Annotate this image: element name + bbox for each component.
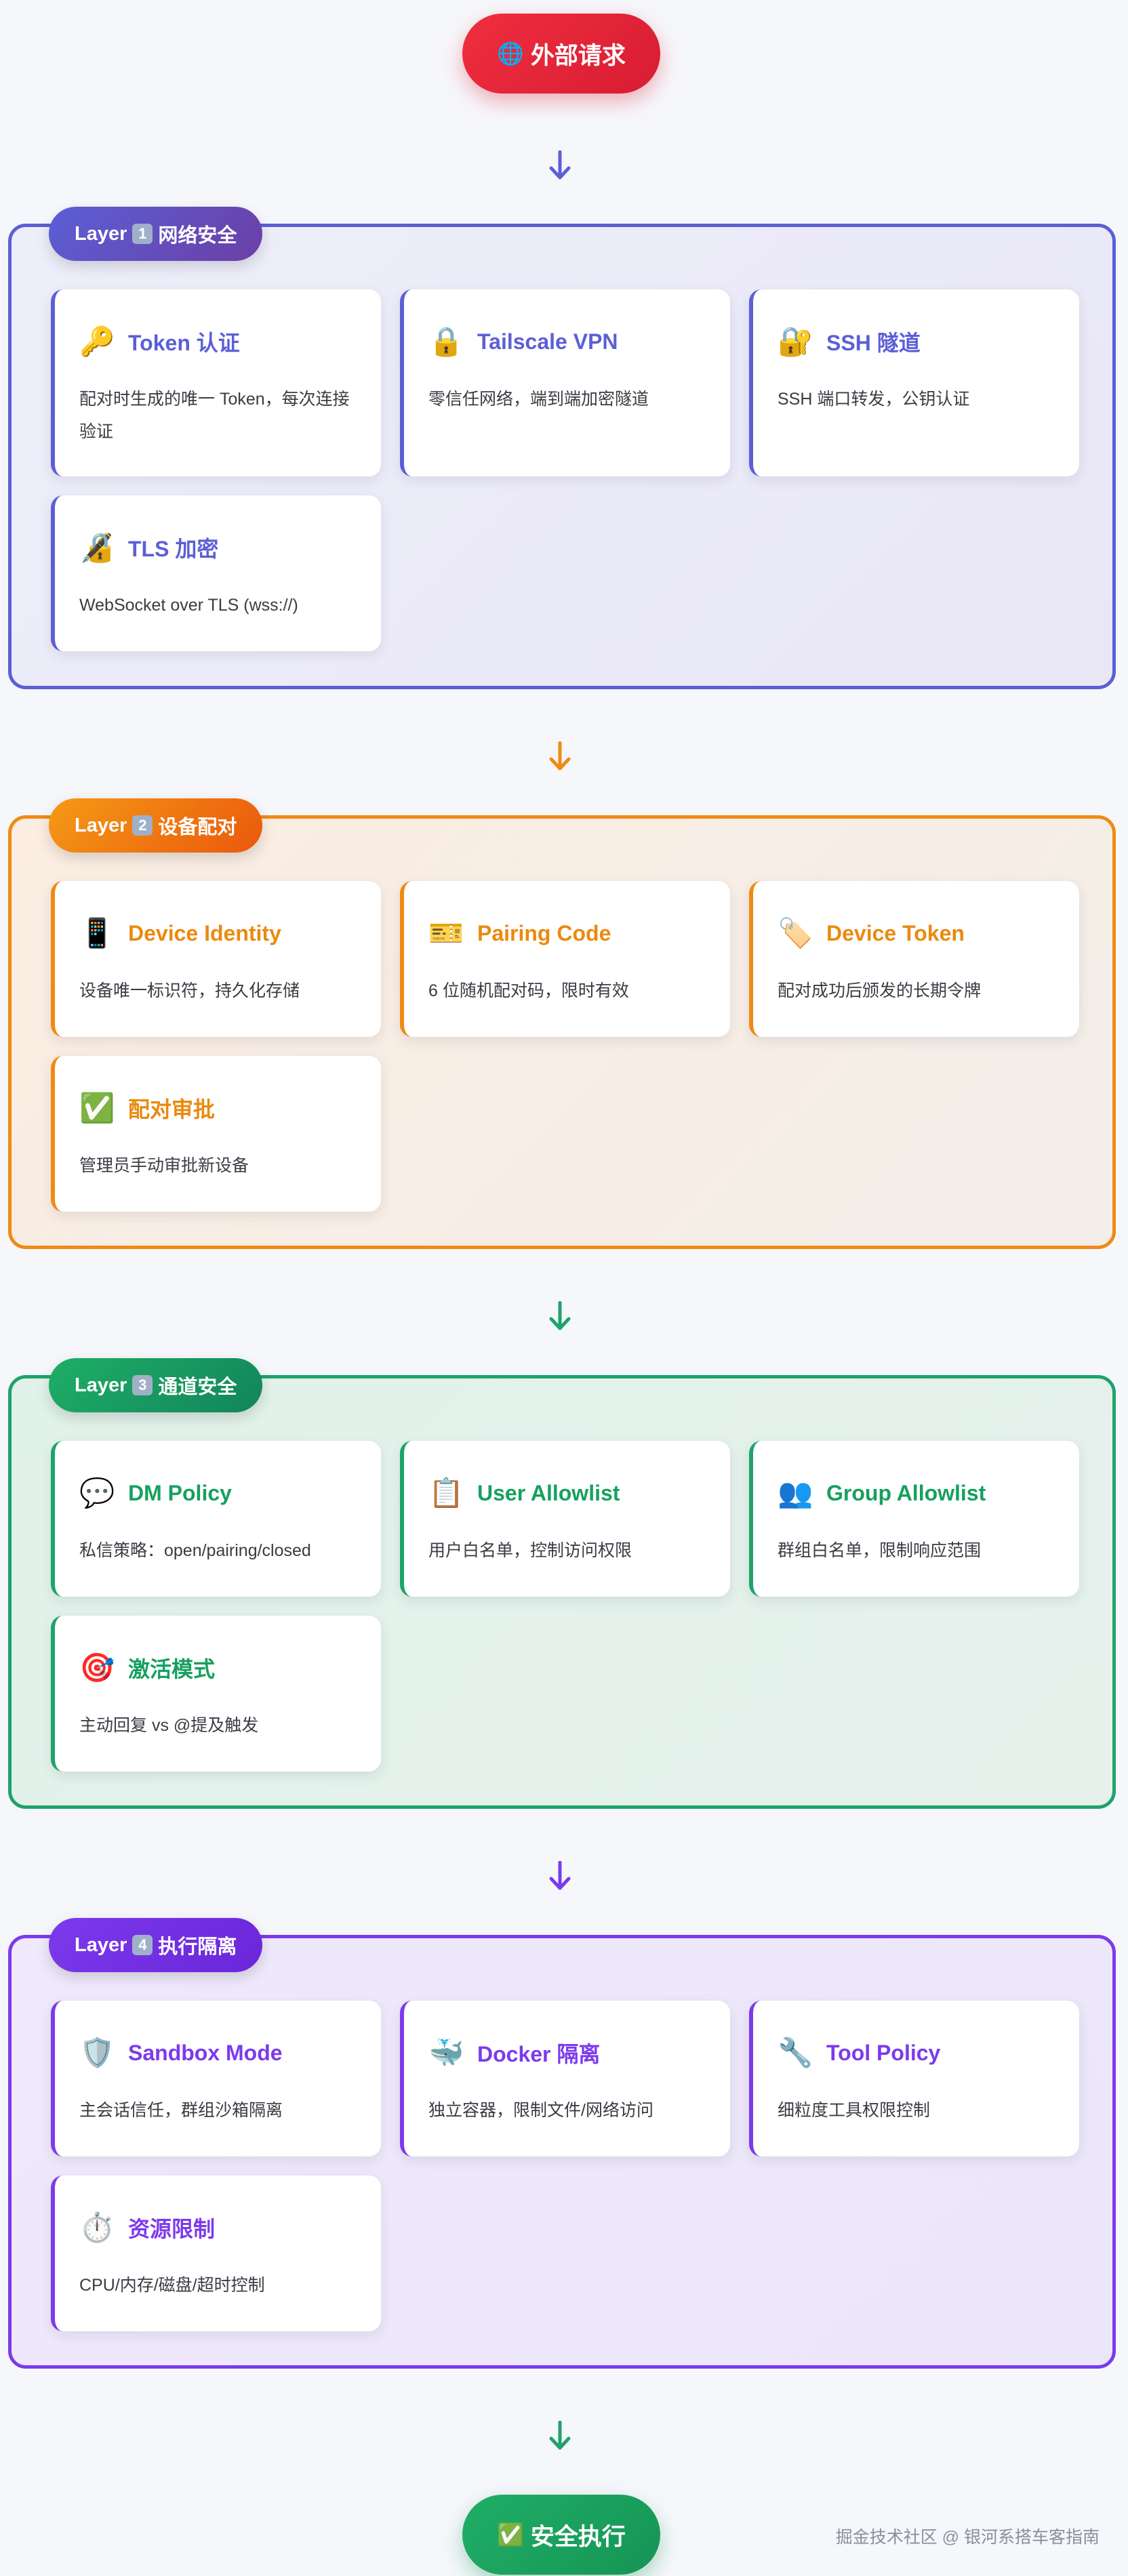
- card-device-token: 🏷️ Device Token 配对成功后颁发的长期令牌: [749, 881, 1079, 1037]
- key-icon: 🔑: [79, 325, 115, 357]
- card-tool-policy: 🔧 Tool Policy 细粒度工具权限控制: [749, 2001, 1079, 2156]
- card-title: User Allowlist: [477, 1480, 620, 1505]
- card-description: 配对成功后颁发的长期令牌: [778, 981, 982, 1000]
- card-description: 细粒度工具权限控制: [778, 2101, 931, 2120]
- phone-icon: 📱: [79, 917, 115, 949]
- card-docker-isolation: 🐳 Docker 隔离 独立容器，限制文件/网络访问: [400, 2001, 730, 2156]
- number-icon: 4: [132, 1935, 153, 1955]
- card-sandbox-mode: 🛡️ Sandbox Mode 主会话信任，群组沙箱隔离: [51, 2001, 381, 2156]
- card-group-allowlist: 👥 Group Allowlist 群组白名单，限制响应范围: [749, 1441, 1079, 1597]
- card-resource-limits: ⏱️ 资源限制 CPU/内存/磁盘/超时控制: [51, 2175, 381, 2331]
- number-icon: 1: [132, 224, 153, 244]
- card-description: 私信策略：open/pairing/closed: [79, 1541, 311, 1560]
- card-title: DM Policy: [128, 1480, 232, 1505]
- card-ssh-tunnel: 🔐 SSH 隧道 SSH 端口转发，公钥认证: [749, 289, 1079, 476]
- check-icon: ✅: [497, 2522, 524, 2547]
- check-icon: ✅: [79, 1092, 115, 1124]
- layer-badge: Layer 1 网络安全: [49, 207, 263, 261]
- card-title: 激活模式: [128, 1657, 216, 1681]
- card-title: Token 认证: [128, 331, 240, 355]
- card-title: Pairing Code: [477, 920, 611, 945]
- card-title: Tool Policy: [826, 2040, 941, 2065]
- globe-icon: 🌐: [497, 41, 524, 66]
- card-title: Device Token: [826, 920, 965, 945]
- card-description: 用户白名单，控制访问权限: [428, 1541, 632, 1560]
- layer-network-security: Layer 1 网络安全 🔑 Token 认证 配对时生成的唯一 Token，每…: [8, 207, 1116, 689]
- lock-key-icon: 🔐: [778, 325, 813, 357]
- card-description: 主动回复 vs @提及触发: [79, 1716, 259, 1735]
- watermark-credit: 掘金技术社区 @ 银河系搭车客指南: [835, 2528, 1100, 2547]
- card-title: TLS 加密: [128, 537, 219, 561]
- layer-badge: Layer 4 执行隔离: [49, 1918, 263, 1972]
- tag-icon: 🏷️: [778, 917, 813, 949]
- card-pairing-code: 🎫 Pairing Code 6 位随机配对码，限时有效: [400, 881, 730, 1037]
- card-title: Group Allowlist: [826, 1480, 986, 1505]
- card-description: CPU/内存/磁盘/超时控制: [79, 2276, 265, 2295]
- start-node-external-request: 🌐 外部请求: [462, 14, 660, 94]
- ticket-icon: 🎫: [428, 917, 464, 949]
- card-description: 群组白名单，限制响应范围: [778, 1541, 982, 1560]
- card-description: WebSocket over TLS (wss://): [79, 596, 298, 615]
- card-description: 主会话信任，群组沙箱隔离: [79, 2101, 283, 2120]
- card-title: Tailscale VPN: [477, 329, 618, 354]
- layer-badge: Layer 2 设备配对: [49, 798, 263, 853]
- layer-execution-isolation: Layer 4 执行隔离 🛡️ Sandbox Mode 主会话信任，群组沙箱隔…: [8, 1918, 1116, 2369]
- card-title: SSH 隧道: [826, 331, 921, 355]
- chat-bubble-icon: 💬: [79, 1477, 115, 1509]
- card-title: Sandbox Mode: [128, 2040, 283, 2065]
- stopwatch-icon: ⏱️: [79, 2211, 115, 2243]
- end-node-safe-execution: ✅ 安全执行: [462, 2495, 660, 2575]
- card-dm-policy: 💬 DM Policy 私信策略：open/pairing/closed: [51, 1441, 381, 1597]
- layer-badge: Layer 3 通道安全: [49, 1358, 263, 1412]
- group-icon: 👥: [778, 1477, 813, 1509]
- lock-pen-icon: 🔏: [79, 531, 115, 563]
- card-description: 设备唯一标识符，持久化存储: [79, 981, 300, 1000]
- target-icon: 🎯: [79, 1652, 115, 1683]
- card-title: Docker 隔离: [477, 2042, 601, 2066]
- card-activation-mode: 🎯 激活模式 主动回复 vs @提及触发: [51, 1616, 381, 1772]
- number-icon: 2: [132, 815, 153, 836]
- card-tailscale-vpn: 🔒 Tailscale VPN 零信任网络，端到端加密隧道: [400, 289, 730, 476]
- card-description: 管理员手动审批新设备: [79, 1156, 249, 1175]
- card-description: SSH 端口转发，公钥认证: [778, 390, 970, 409]
- wrench-icon: 🔧: [778, 2037, 813, 2068]
- card-device-identity: 📱 Device Identity 设备唯一标识符，持久化存储: [51, 881, 381, 1037]
- card-description: 配对时生成的唯一 Token，每次连接验证: [79, 390, 350, 441]
- card-description: 零信任网络，端到端加密隧道: [428, 390, 649, 409]
- card-description: 6 位随机配对码，限时有效: [428, 981, 629, 1000]
- start-node-label: 外部请求: [530, 42, 626, 69]
- shield-icon: 🛡️: [79, 2037, 115, 2068]
- card-tls-encryption: 🔏 TLS 加密 WebSocket over TLS (wss://): [51, 495, 381, 651]
- number-icon: 3: [132, 1375, 153, 1395]
- whale-icon: 🐳: [428, 2037, 464, 2068]
- card-user-allowlist: 📋 User Allowlist 用户白名单，控制访问权限: [400, 1441, 730, 1597]
- lock-icon: 🔒: [428, 325, 464, 357]
- end-node-label: 安全执行: [530, 2523, 626, 2550]
- card-description: 独立容器，限制文件/网络访问: [428, 2101, 653, 2120]
- layer-device-pairing: Layer 2 设备配对 📱 Device Identity 设备唯一标识符，持…: [8, 798, 1116, 1249]
- card-token-auth: 🔑 Token 认证 配对时生成的唯一 Token，每次连接验证: [51, 289, 381, 476]
- card-title: 配对审批: [128, 1097, 216, 1122]
- layer-channel-security: Layer 3 通道安全 💬 DM Policy 私信策略：open/pairi…: [8, 1358, 1116, 1809]
- card-pairing-approval: ✅ 配对审批 管理员手动审批新设备: [51, 1056, 381, 1212]
- card-title: 资源限制: [128, 2217, 216, 2241]
- clipboard-icon: 📋: [428, 1477, 464, 1509]
- card-title: Device Identity: [128, 920, 281, 945]
